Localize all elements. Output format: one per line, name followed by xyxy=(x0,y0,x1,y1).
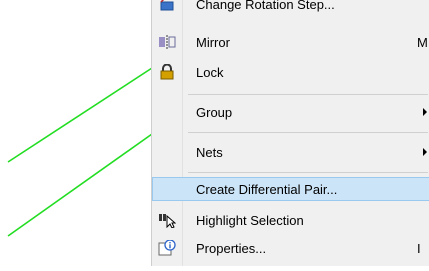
highlight-selection-icon xyxy=(158,212,177,229)
menu-item-nets[interactable]: Nets xyxy=(152,140,429,164)
menu-item-change-rotation-step[interactable]: Change Rotation Step... xyxy=(152,0,429,16)
menu-item-highlight-selection[interactable]: Highlight Selection xyxy=(152,208,429,232)
menu-item-mirror[interactable]: Mirror M xyxy=(152,30,429,54)
menu-item-label: Change Rotation Step... xyxy=(196,0,335,12)
lock-icon xyxy=(158,63,176,80)
menu-item-label: Nets xyxy=(196,145,223,160)
menu-item-label: Create Differential Pair... xyxy=(196,182,338,197)
trace-line[interactable] xyxy=(7,133,153,237)
menu-item-label: Properties... xyxy=(196,241,267,256)
properties-icon xyxy=(158,239,176,256)
menu-separator xyxy=(188,132,428,133)
context-menu: Change Rotation Step... Mirror M Lock Gr… xyxy=(151,0,429,266)
menu-separator xyxy=(188,172,428,173)
menu-item-shortcut: I xyxy=(417,241,421,256)
menu-item-label: Highlight Selection xyxy=(196,213,304,228)
mirror-icon xyxy=(158,34,176,50)
menu-item-properties[interactable]: Properties... I xyxy=(152,236,429,260)
trace-line[interactable] xyxy=(7,67,153,163)
menu-item-group[interactable]: Group xyxy=(152,100,429,124)
menu-item-label: Lock xyxy=(196,65,224,80)
menu-item-shortcut: M xyxy=(417,35,428,50)
submenu-arrow-icon xyxy=(423,108,427,116)
submenu-arrow-icon xyxy=(423,148,427,156)
menu-item-label: Group xyxy=(196,105,233,120)
menu-item-create-differential-pair[interactable]: Create Differential Pair... xyxy=(152,177,429,201)
menu-item-label: Mirror xyxy=(196,35,230,50)
menu-separator xyxy=(188,94,428,95)
rotate-icon xyxy=(158,0,176,12)
menu-item-lock[interactable]: Lock xyxy=(152,60,429,84)
